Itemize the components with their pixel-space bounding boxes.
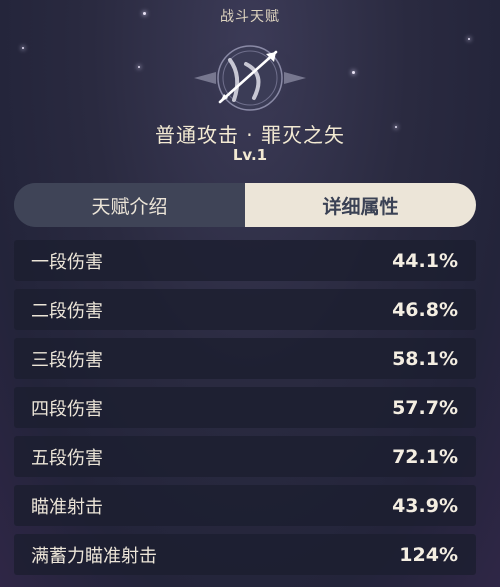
stat-row: 四段伤害 57.7% xyxy=(14,387,476,428)
stat-row: 五段伤害 72.1% xyxy=(14,436,476,477)
stat-label: 满蓄力瞄准射击 xyxy=(31,545,157,567)
stat-value: 124% xyxy=(399,543,458,566)
bow-arrow-emblem-icon xyxy=(194,40,306,116)
skill-level: Lv.1 xyxy=(232,146,268,164)
stat-label: 一段伤害 xyxy=(31,251,103,273)
sparkle xyxy=(138,66,140,68)
stat-row: 瞄准射击 43.9% xyxy=(14,485,476,526)
stat-label: 五段伤害 xyxy=(31,447,103,469)
stat-label: 三段伤害 xyxy=(31,349,103,371)
stat-value: 43.9% xyxy=(392,494,458,517)
stat-row: 满蓄力瞄准射击 124% xyxy=(14,534,476,575)
tab-bar: 天赋介绍 详细属性 xyxy=(14,183,476,227)
stat-value: 46.8% xyxy=(392,298,458,321)
stat-label: 瞄准射击 xyxy=(31,496,103,518)
skill-emblem xyxy=(190,38,310,120)
tab-talent-intro[interactable]: 天赋介绍 xyxy=(14,183,245,227)
skill-name: 普通攻击 · 罪灭之矢 xyxy=(154,123,346,147)
stat-value: 44.1% xyxy=(392,249,458,272)
stat-value: 58.1% xyxy=(392,347,458,370)
stat-value: 57.7% xyxy=(392,396,458,419)
stat-row: 三段伤害 58.1% xyxy=(14,338,476,379)
sparkle xyxy=(468,38,470,40)
stat-value: 72.1% xyxy=(392,445,458,468)
tab-detail-attributes[interactable]: 详细属性 xyxy=(245,183,476,227)
stat-label: 二段伤害 xyxy=(31,300,103,322)
sparkle xyxy=(352,71,355,74)
stat-row: 二段伤害 46.8% xyxy=(14,289,476,330)
stat-label: 四段伤害 xyxy=(31,398,103,420)
sparkle xyxy=(22,47,24,49)
section-title: 战斗天赋 xyxy=(220,9,280,25)
stats-list: 一段伤害 44.1% 二段伤害 46.8% 三段伤害 58.1% 四段伤害 57… xyxy=(14,240,476,583)
stat-row: 一段伤害 44.1% xyxy=(14,240,476,281)
